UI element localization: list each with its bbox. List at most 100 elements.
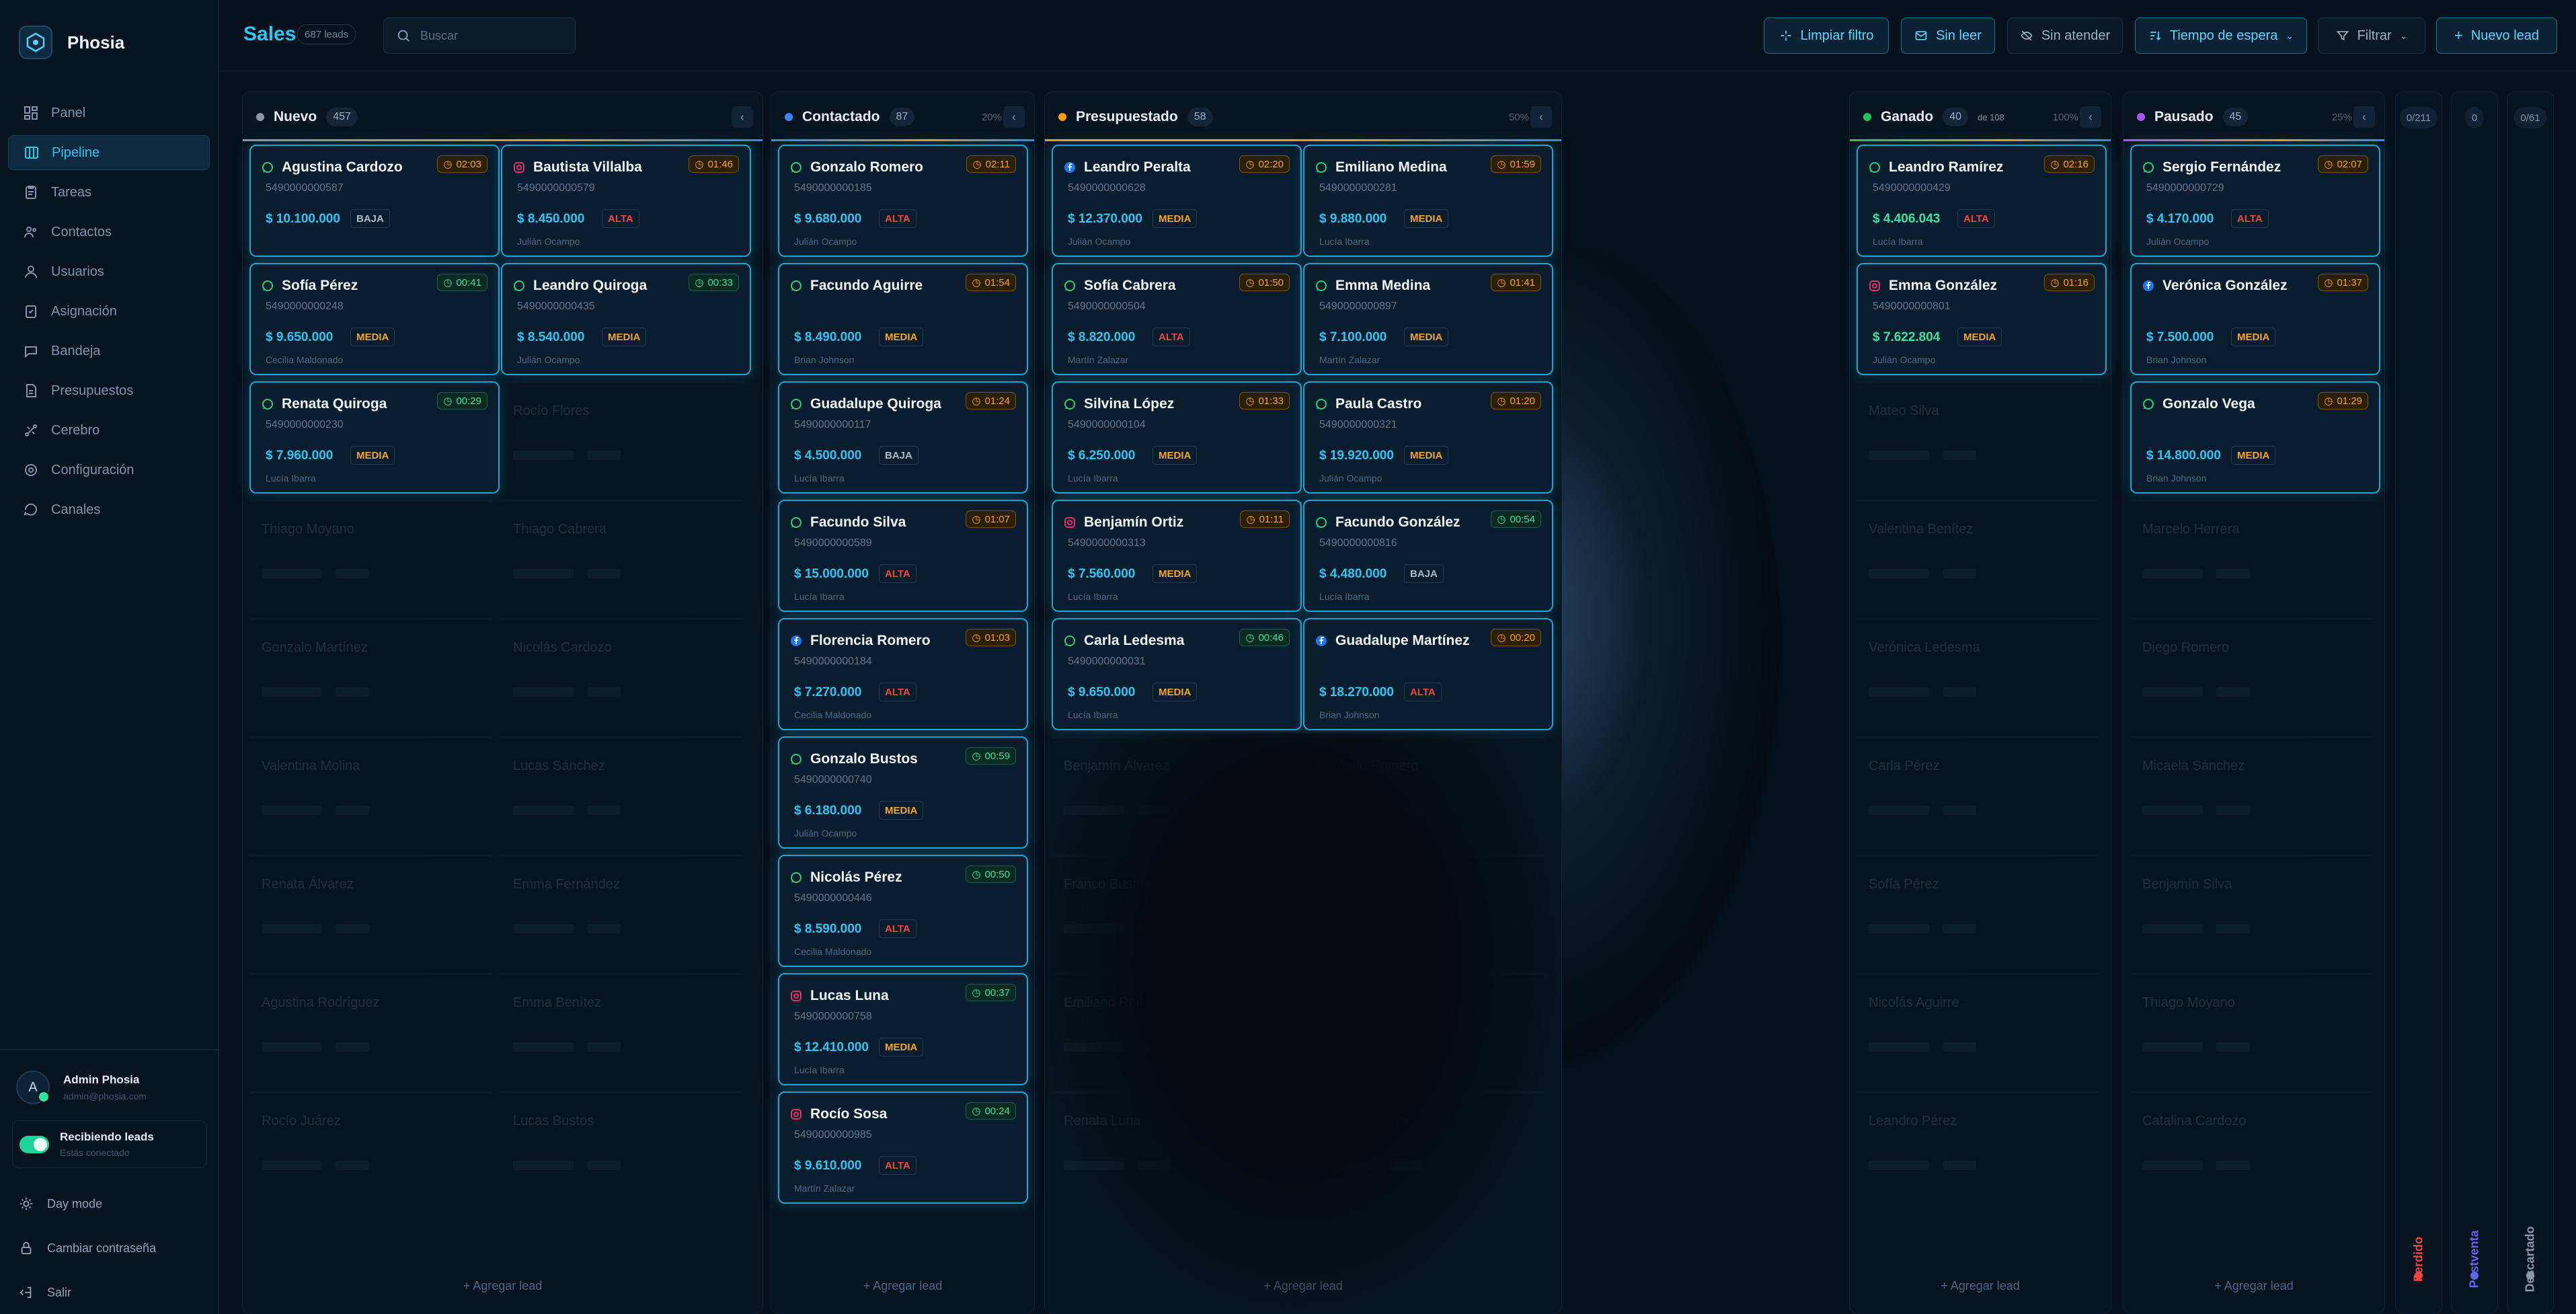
- lead-card-faded[interactable]: Benjamín Silva: [2130, 855, 2372, 968]
- filter-dropdown-button[interactable]: Filtrar ⌄: [2318, 17, 2425, 54]
- brand[interactable]: Phosia: [19, 26, 124, 59]
- collapse-column-button[interactable]: ‹: [1530, 106, 1552, 128]
- column-perdido-collapsed[interactable]: 0/211 Perdido: [2395, 91, 2442, 1314]
- sidebar-item-canales[interactable]: Canales: [8, 492, 210, 527]
- sidebar-item-panel[interactable]: Panel: [8, 95, 210, 130]
- lead-card-faded[interactable]: Rocío Flores: [501, 381, 743, 494]
- lead-card-faded[interactable]: Diego Romero: [2130, 618, 2372, 731]
- lead-card-faded[interactable]: Rocío Juárez: [249, 1091, 492, 1204]
- lead-card[interactable]: Guadalupe Martínez ◷ 00:20 $ 18.270.000 A…: [1303, 618, 1553, 730]
- lead-card[interactable]: Leandro Peralta ◷ 02:20 5490000000628 $ 1…: [1052, 145, 1302, 257]
- lead-card-faded[interactable]: Lucas Sánchez: [501, 736, 743, 849]
- collapse-column-button[interactable]: ‹: [2353, 106, 2375, 128]
- search-icon: [397, 30, 409, 42]
- search-input[interactable]: Buscar: [383, 17, 576, 54]
- lead-card[interactable]: Rocío Sosa ◷ 00:24 5490000000985 $ 9.610.…: [778, 1091, 1028, 1204]
- lead-card[interactable]: Renata Quiroga ◷ 00:29 5490000000230 $ 7.…: [249, 381, 500, 494]
- lead-card[interactable]: Sofía Cabrera ◷ 01:50 5490000000504 $ 8.8…: [1052, 263, 1302, 375]
- lead-card-faded[interactable]: Thiago Moyano: [2130, 973, 2372, 1086]
- user-profile[interactable]: A Admin Phosia admin@phosia.com: [0, 1050, 219, 1116]
- lead-card-faded[interactable]: Marcelo Herrera: [2130, 500, 2372, 613]
- lead-card-faded[interactable]: Catalina Cardozo: [2130, 1091, 2372, 1204]
- lead-card-faded[interactable]: Thiago Moyano: [249, 500, 492, 613]
- lead-card[interactable]: Bautista Villalba ◷ 01:46 5490000000579 $…: [501, 145, 751, 257]
- assignment-icon: [26, 305, 36, 318]
- unattended-filter-button[interactable]: Sin atender: [2007, 17, 2123, 54]
- wait-time-value: 00:54: [1510, 513, 1535, 525]
- lead-card[interactable]: Carla Ledesma ◷ 00:46 5490000000031 $ 9.6…: [1052, 618, 1302, 730]
- lead-card[interactable]: Emma Medina ◷ 01:41 5490000000897 $ 7.100…: [1303, 263, 1553, 375]
- collapse-column-button[interactable]: ‹: [732, 106, 753, 128]
- lead-card[interactable]: Facundo González ◷ 00:54 5490000000816 $ …: [1303, 500, 1553, 612]
- add-lead-button[interactable]: + Agregar lead: [2123, 1279, 2384, 1293]
- lead-card-faded[interactable]: Micaela Sánchez: [2130, 736, 2372, 849]
- lead-card[interactable]: Facundo Aguirre ◷ 01:54 $ 8.490.000 MEDIA…: [778, 263, 1028, 375]
- sidebar-item-asignacion[interactable]: Asignación: [8, 294, 210, 329]
- new-lead-button[interactable]: + Nuevo lead: [2436, 17, 2557, 54]
- lead-card[interactable]: Emma González ◷ 01:16 5490000000801 $ 7.6…: [1857, 263, 2107, 375]
- lead-card-faded[interactable]: Thiago Cabrera: [501, 500, 743, 613]
- lead-card[interactable]: Lucas Luna ◷ 00:37 5490000000758 $ 12.410…: [778, 973, 1028, 1085]
- lead-card-faded[interactable]: Gonzalo Martínez: [249, 618, 492, 731]
- change-password-button[interactable]: Cambiar contraseña: [0, 1226, 219, 1270]
- column-descartado-collapsed[interactable]: 0/61 Descartado: [2507, 91, 2554, 1314]
- lead-card-faded[interactable]: Nicolás Cardozo: [501, 618, 743, 731]
- lead-card-faded[interactable]: Nicolás Aguirre: [1857, 973, 2099, 1086]
- lead-card[interactable]: Sofía Pérez ◷ 00:41 5490000000248 $ 9.650…: [249, 263, 500, 375]
- sidebar-item-tareas[interactable]: Tareas: [8, 175, 210, 210]
- sidebar-item-cerebro[interactable]: Cerebro: [8, 413, 210, 448]
- wait-time-value: 00:24: [984, 1105, 1010, 1117]
- day-mode-button[interactable]: Day mode: [0, 1182, 219, 1226]
- lead-card-faded[interactable]: Renata Álvarez: [249, 855, 492, 968]
- lead-card[interactable]: Nicolás Pérez ◷ 00:50 5490000000446 $ 8.5…: [778, 855, 1028, 967]
- lead-card[interactable]: Leandro Ramírez ◷ 02:16 5490000000429 $ 4…: [1857, 145, 2107, 257]
- lead-card[interactable]: Facundo Silva ◷ 01:07 5490000000589 $ 15.…: [778, 500, 1028, 612]
- lead-card[interactable]: Leandro Quiroga ◷ 00:33 5490000000435 $ 8…: [501, 263, 751, 375]
- sidebar-item-presupuestos[interactable]: Presupuestos: [8, 373, 210, 408]
- lead-card-faded[interactable]: Valentina Molina: [249, 736, 492, 849]
- lead-card[interactable]: Florencia Romero ◷ 01:03 5490000000184 $ …: [778, 618, 1028, 730]
- lead-card[interactable]: Gonzalo Bustos ◷ 00:59 5490000000740 $ 6.…: [778, 736, 1028, 849]
- lead-card-faded[interactable]: Emma Fernández: [501, 855, 743, 968]
- lead-card[interactable]: Gonzalo Vega ◷ 01:29 $ 14.800.000 MEDIA B…: [2130, 381, 2380, 494]
- add-lead-button[interactable]: + Agregar lead: [243, 1279, 763, 1293]
- lead-card[interactable]: Emiliano Medina ◷ 01:59 5490000000281 $ 9…: [1303, 145, 1553, 257]
- lead-card[interactable]: Agustina Cardozo ◷ 02:03 5490000000587 $ …: [249, 145, 500, 257]
- lead-card[interactable]: Sergio Fernández ◷ 02:07 5490000000729 $ …: [2130, 145, 2380, 257]
- lead-card[interactable]: Guadalupe Quiroga ◷ 01:24 5490000000117 $…: [778, 381, 1028, 494]
- lead-card-faded[interactable]: Sofía Pérez: [1857, 855, 2099, 968]
- lead-card-faded[interactable]: Mateo Silva: [1857, 381, 2099, 494]
- lead-card-faded[interactable]: Valentina Benítez: [1857, 500, 2099, 613]
- receiving-leads-toggle[interactable]: [19, 1135, 49, 1153]
- wait-time-value: 01:20: [1510, 395, 1535, 407]
- sidebar-item-bandeja[interactable]: Bandeja: [8, 334, 210, 369]
- lead-amount: $ 19.920.000: [1319, 449, 1394, 463]
- add-lead-button[interactable]: + Agregar lead: [771, 1279, 1034, 1293]
- sidebar-item-contactos[interactable]: Contactos: [8, 215, 210, 249]
- lead-card[interactable]: Verónica González ◷ 01:37 $ 7.500.000 MED…: [2130, 263, 2380, 375]
- priority-badge: BAJA: [879, 446, 919, 465]
- sidebar-item-usuarios[interactable]: Usuarios: [8, 254, 210, 289]
- lead-card-faded[interactable]: Emma Benítez: [501, 973, 743, 1086]
- collapse-column-button[interactable]: ‹: [2080, 106, 2101, 128]
- sidebar-item-configuracion[interactable]: Configuración: [8, 453, 210, 488]
- lead-card-faded[interactable]: Leandro Pérez: [1857, 1091, 2099, 1204]
- lead-card-faded[interactable]: Agustina Rodríguez: [249, 973, 492, 1086]
- collapse-column-button[interactable]: ‹: [1003, 106, 1025, 128]
- lead-card-faded[interactable]: Carla Pérez: [1857, 736, 2099, 849]
- clear-filter-button[interactable]: Limpiar filtro: [1764, 17, 1889, 54]
- lead-card[interactable]: Benjamín Ortiz ◷ 01:11 5490000000313 $ 7.…: [1052, 500, 1302, 612]
- sidebar-item-pipeline[interactable]: Pipeline: [8, 135, 210, 170]
- lead-card-faded[interactable]: Lucas Bustos: [501, 1091, 743, 1204]
- lead-card[interactable]: Silvina López ◷ 01:33 5490000000104 $ 6.2…: [1052, 381, 1302, 494]
- lead-card[interactable]: Paula Castro ◷ 01:20 5490000000321 $ 19.9…: [1303, 381, 1553, 494]
- lead-amount: $ 8.590.000: [794, 922, 862, 936]
- logout-button[interactable]: Salir: [0, 1270, 219, 1314]
- column-postventa-collapsed[interactable]: 0 Postventa: [2451, 91, 2498, 1314]
- lead-card[interactable]: Gonzalo Romero ◷ 02:11 5490000000185 $ 9.…: [778, 145, 1028, 257]
- whatsapp-icon: [262, 280, 273, 291]
- wait-time-sort-button[interactable]: Tiempo de espera ⌄: [2135, 17, 2307, 54]
- unread-filter-button[interactable]: Sin leer: [1901, 17, 1995, 54]
- add-lead-button[interactable]: + Agregar lead: [1850, 1279, 2111, 1293]
- lead-card-faded[interactable]: Verónica Ledesma: [1857, 618, 2099, 731]
